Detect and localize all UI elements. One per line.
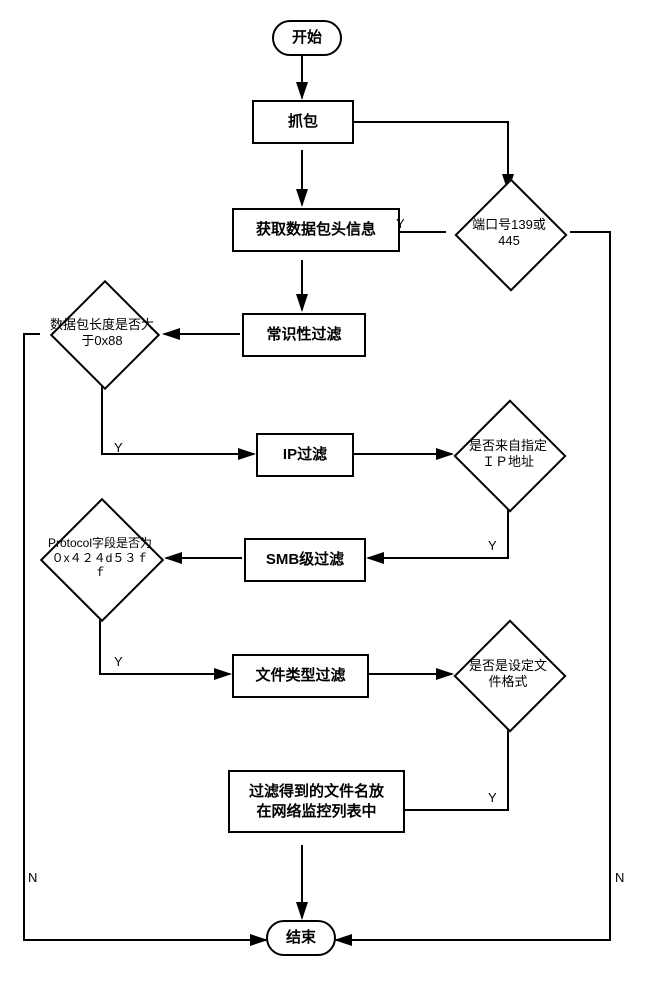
label-protocol-yes: Y <box>114 654 123 669</box>
smb-filter-label: SMB级过滤 <box>266 550 344 570</box>
process-capture: 抓包 <box>252 100 354 144</box>
process-filetype-filter: 文件类型过滤 <box>232 654 369 698</box>
decision-length: 数据包长度是否大于0x88 <box>40 278 164 388</box>
start-terminal: 开始 <box>272 20 342 56</box>
label-port-no: N <box>615 870 624 885</box>
result-label: 过滤得到的文件名放在网络监控列表中 <box>244 782 389 821</box>
end-terminal: 结束 <box>266 920 336 956</box>
decision-ip-label: 是否来自指定ＩＰ地址 <box>459 434 557 473</box>
decision-ip: 是否来自指定ＩＰ地址 <box>452 398 564 510</box>
decision-protocol-label: Protocol字段是否为０x４２４d５３ｆｆ <box>42 532 158 583</box>
filetype-filter-label: 文件类型过滤 <box>255 666 345 686</box>
flowchart-container: 开始 结束 抓包 获取数据包头信息 常识性过滤 IP过滤 SMB级过滤 文件类型… <box>20 20 628 980</box>
process-smb-filter: SMB级过滤 <box>244 538 366 582</box>
process-header: 获取数据包头信息 <box>232 208 400 252</box>
capture-label: 抓包 <box>288 112 318 132</box>
end-label: 结束 <box>286 928 316 948</box>
decision-length-label: 数据包长度是否大于0x88 <box>43 313 161 352</box>
common-filter-label: 常识性过滤 <box>266 325 341 345</box>
label-ip-yes: Y <box>488 538 497 553</box>
start-label: 开始 <box>292 28 322 48</box>
decision-port-label: 端口号139或445 <box>460 213 558 252</box>
decision-format-label: 是否是设定文件格式 <box>459 654 557 693</box>
process-common-filter: 常识性过滤 <box>242 313 366 357</box>
label-length-no: N <box>28 870 37 885</box>
label-format-yes: Y <box>488 790 497 805</box>
label-length-yes: Y <box>114 440 123 455</box>
header-label: 获取数据包头信息 <box>256 220 376 240</box>
label-port-yes: Y <box>396 216 405 231</box>
decision-protocol: Protocol字段是否为０x４２４d５３ｆｆ <box>34 492 166 624</box>
process-result: 过滤得到的文件名放在网络监控列表中 <box>228 770 405 833</box>
ip-filter-label: IP过滤 <box>283 445 327 465</box>
decision-format: 是否是设定文件格式 <box>452 618 564 730</box>
decision-port: 端口号139或445 <box>454 178 564 288</box>
process-ip-filter: IP过滤 <box>256 433 354 477</box>
